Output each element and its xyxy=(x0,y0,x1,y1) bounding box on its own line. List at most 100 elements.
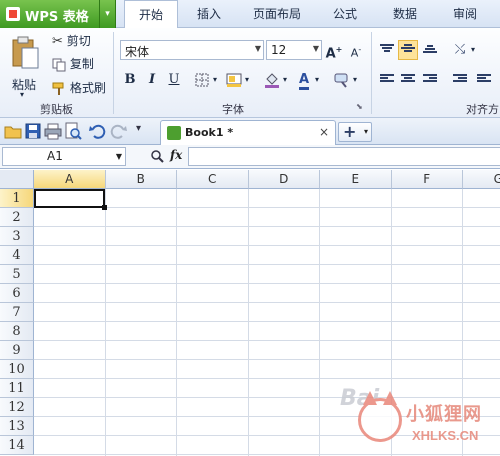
tab-insert[interactable]: 插入 xyxy=(186,0,232,28)
formula-input[interactable] xyxy=(188,147,500,166)
paste-dropdown-icon[interactable]: ▾ xyxy=(20,90,24,99)
row-header[interactable]: 4 xyxy=(0,246,34,265)
text-effects-dropdown-icon[interactable]: ▾ xyxy=(350,70,360,90)
menu-bar: WPS 表格 ▾ 开始 插入 页面布局 公式 数据 审阅 xyxy=(0,0,500,29)
new-document-button[interactable]: + ▾ xyxy=(338,122,372,142)
row-header[interactable]: 10 xyxy=(0,360,34,379)
tab-page-layout[interactable]: 页面布局 xyxy=(244,0,310,28)
copy-label: 复制 xyxy=(69,57,94,71)
column-header[interactable]: G xyxy=(463,170,500,189)
bold-button[interactable]: B xyxy=(120,70,140,90)
grid-line xyxy=(34,283,500,284)
increase-indent-button[interactable] xyxy=(474,70,494,90)
fill-pattern-dropdown-icon[interactable]: ▾ xyxy=(242,70,252,90)
grid-line xyxy=(34,359,500,360)
row-header[interactable]: 12 xyxy=(0,398,34,417)
grid-line xyxy=(34,226,500,227)
align-left-icon xyxy=(380,74,394,86)
borders-dropdown-icon[interactable]: ▾ xyxy=(210,70,220,90)
align-center-icon xyxy=(401,74,415,86)
cut-label: 剪切 xyxy=(66,34,91,48)
italic-button[interactable]: I xyxy=(142,70,162,90)
zoom-search-icon[interactable] xyxy=(150,149,164,163)
tab-formulas[interactable]: 公式 xyxy=(322,0,368,28)
paint-bucket-icon xyxy=(265,73,279,88)
align-top-button[interactable] xyxy=(377,40,397,60)
save-icon[interactable] xyxy=(24,122,42,140)
ribbon-separator xyxy=(113,32,114,114)
app-menu-dropdown-icon[interactable]: ▾ xyxy=(99,0,115,28)
row-header[interactable]: 5 xyxy=(0,265,34,284)
row-header[interactable]: 14 xyxy=(0,436,34,455)
undo-icon[interactable] xyxy=(88,122,106,140)
redo-icon[interactable] xyxy=(110,122,128,140)
format-painter-label: 格式刷 xyxy=(69,81,106,95)
shrink-font-button[interactable]: A- xyxy=(346,40,366,60)
document-name: Book1 xyxy=(185,126,224,139)
column-header[interactable]: B xyxy=(105,170,177,189)
close-icon[interactable]: × xyxy=(319,125,329,139)
row-header[interactable]: 6 xyxy=(0,284,34,303)
column-header[interactable]: C xyxy=(177,170,249,189)
row-header[interactable]: 1 xyxy=(0,189,34,208)
print-icon[interactable] xyxy=(44,122,62,140)
column-header[interactable]: D xyxy=(248,170,320,189)
fill-color-dropdown-icon[interactable]: ▾ xyxy=(280,70,290,90)
fill-pattern-button[interactable] xyxy=(224,70,244,90)
insert-function-icon[interactable]: fx xyxy=(170,148,182,162)
font-color-button[interactable]: A xyxy=(294,70,314,90)
select-all-corner[interactable] xyxy=(0,170,34,189)
text-orientation-button[interactable]: ⤯ xyxy=(450,40,470,60)
format-painter-button[interactable]: 格式刷 xyxy=(52,79,106,96)
text-orientation-dropdown-icon[interactable]: ▾ xyxy=(468,40,478,60)
formula-buttons: fx xyxy=(130,147,190,166)
fill-color-button[interactable] xyxy=(262,70,282,90)
tab-review[interactable]: 审阅 xyxy=(442,0,488,28)
row-header[interactable]: 3 xyxy=(0,227,34,246)
open-folder-icon[interactable] xyxy=(4,122,22,140)
document-tab[interactable]: Book1 * × xyxy=(160,120,336,145)
column-header[interactable]: A xyxy=(34,170,106,189)
row-header[interactable]: 13 xyxy=(0,417,34,436)
font-dialog-launcher-icon[interactable]: ⬊ xyxy=(356,102,363,111)
row-header[interactable]: 2 xyxy=(0,208,34,227)
copy-button[interactable]: 复制 xyxy=(52,55,94,72)
underline-button[interactable]: U xyxy=(164,70,184,90)
text-effects-button[interactable] xyxy=(332,70,352,90)
column-header[interactable]: F xyxy=(391,170,463,189)
align-bottom-button[interactable] xyxy=(420,40,440,60)
grid-line xyxy=(34,340,500,341)
chevron-down-icon: ▼ xyxy=(115,152,122,161)
app-menu-button[interactable]: WPS 表格 ▾ xyxy=(0,0,116,28)
active-cell[interactable] xyxy=(34,189,107,210)
row-header[interactable]: 8 xyxy=(0,322,34,341)
tab-start[interactable]: 开始 xyxy=(124,0,178,29)
wps-logo-icon xyxy=(6,7,20,21)
ribbon-separator xyxy=(371,32,372,114)
decrease-indent-button[interactable] xyxy=(450,70,470,90)
font-color-dropdown-icon[interactable]: ▾ xyxy=(312,70,322,90)
name-box[interactable]: A1 ▼ xyxy=(2,147,126,166)
align-middle-button[interactable] xyxy=(398,40,418,60)
align-center-button[interactable] xyxy=(398,70,418,90)
align-top-icon xyxy=(380,44,394,56)
document-tab-title: Book1 * xyxy=(185,126,233,139)
align-right-button[interactable] xyxy=(420,70,440,90)
font-size-select[interactable]: 12 ▼ xyxy=(266,40,322,60)
grid-line xyxy=(34,264,500,265)
font-name-select[interactable]: 宋体 ▼ xyxy=(120,40,264,60)
row-header[interactable]: 11 xyxy=(0,379,34,398)
borders-button[interactable] xyxy=(192,70,212,90)
tab-data[interactable]: 数据 xyxy=(382,0,428,28)
paste-button[interactable]: 粘贴 ▾ xyxy=(8,34,42,99)
chevron-down-icon[interactable]: ▾ xyxy=(364,127,368,136)
increase-indent-icon xyxy=(477,74,491,86)
grow-font-button[interactable]: A+ xyxy=(324,40,344,61)
cut-button[interactable]: ✂ 剪切 xyxy=(52,32,91,49)
row-header[interactable]: 7 xyxy=(0,303,34,322)
column-header[interactable]: E xyxy=(320,170,392,189)
print-preview-icon[interactable] xyxy=(64,122,82,140)
align-left-button[interactable] xyxy=(377,70,397,90)
row-header[interactable]: 9 xyxy=(0,341,34,360)
customize-toolbar-icon[interactable]: ▾ xyxy=(136,123,154,141)
